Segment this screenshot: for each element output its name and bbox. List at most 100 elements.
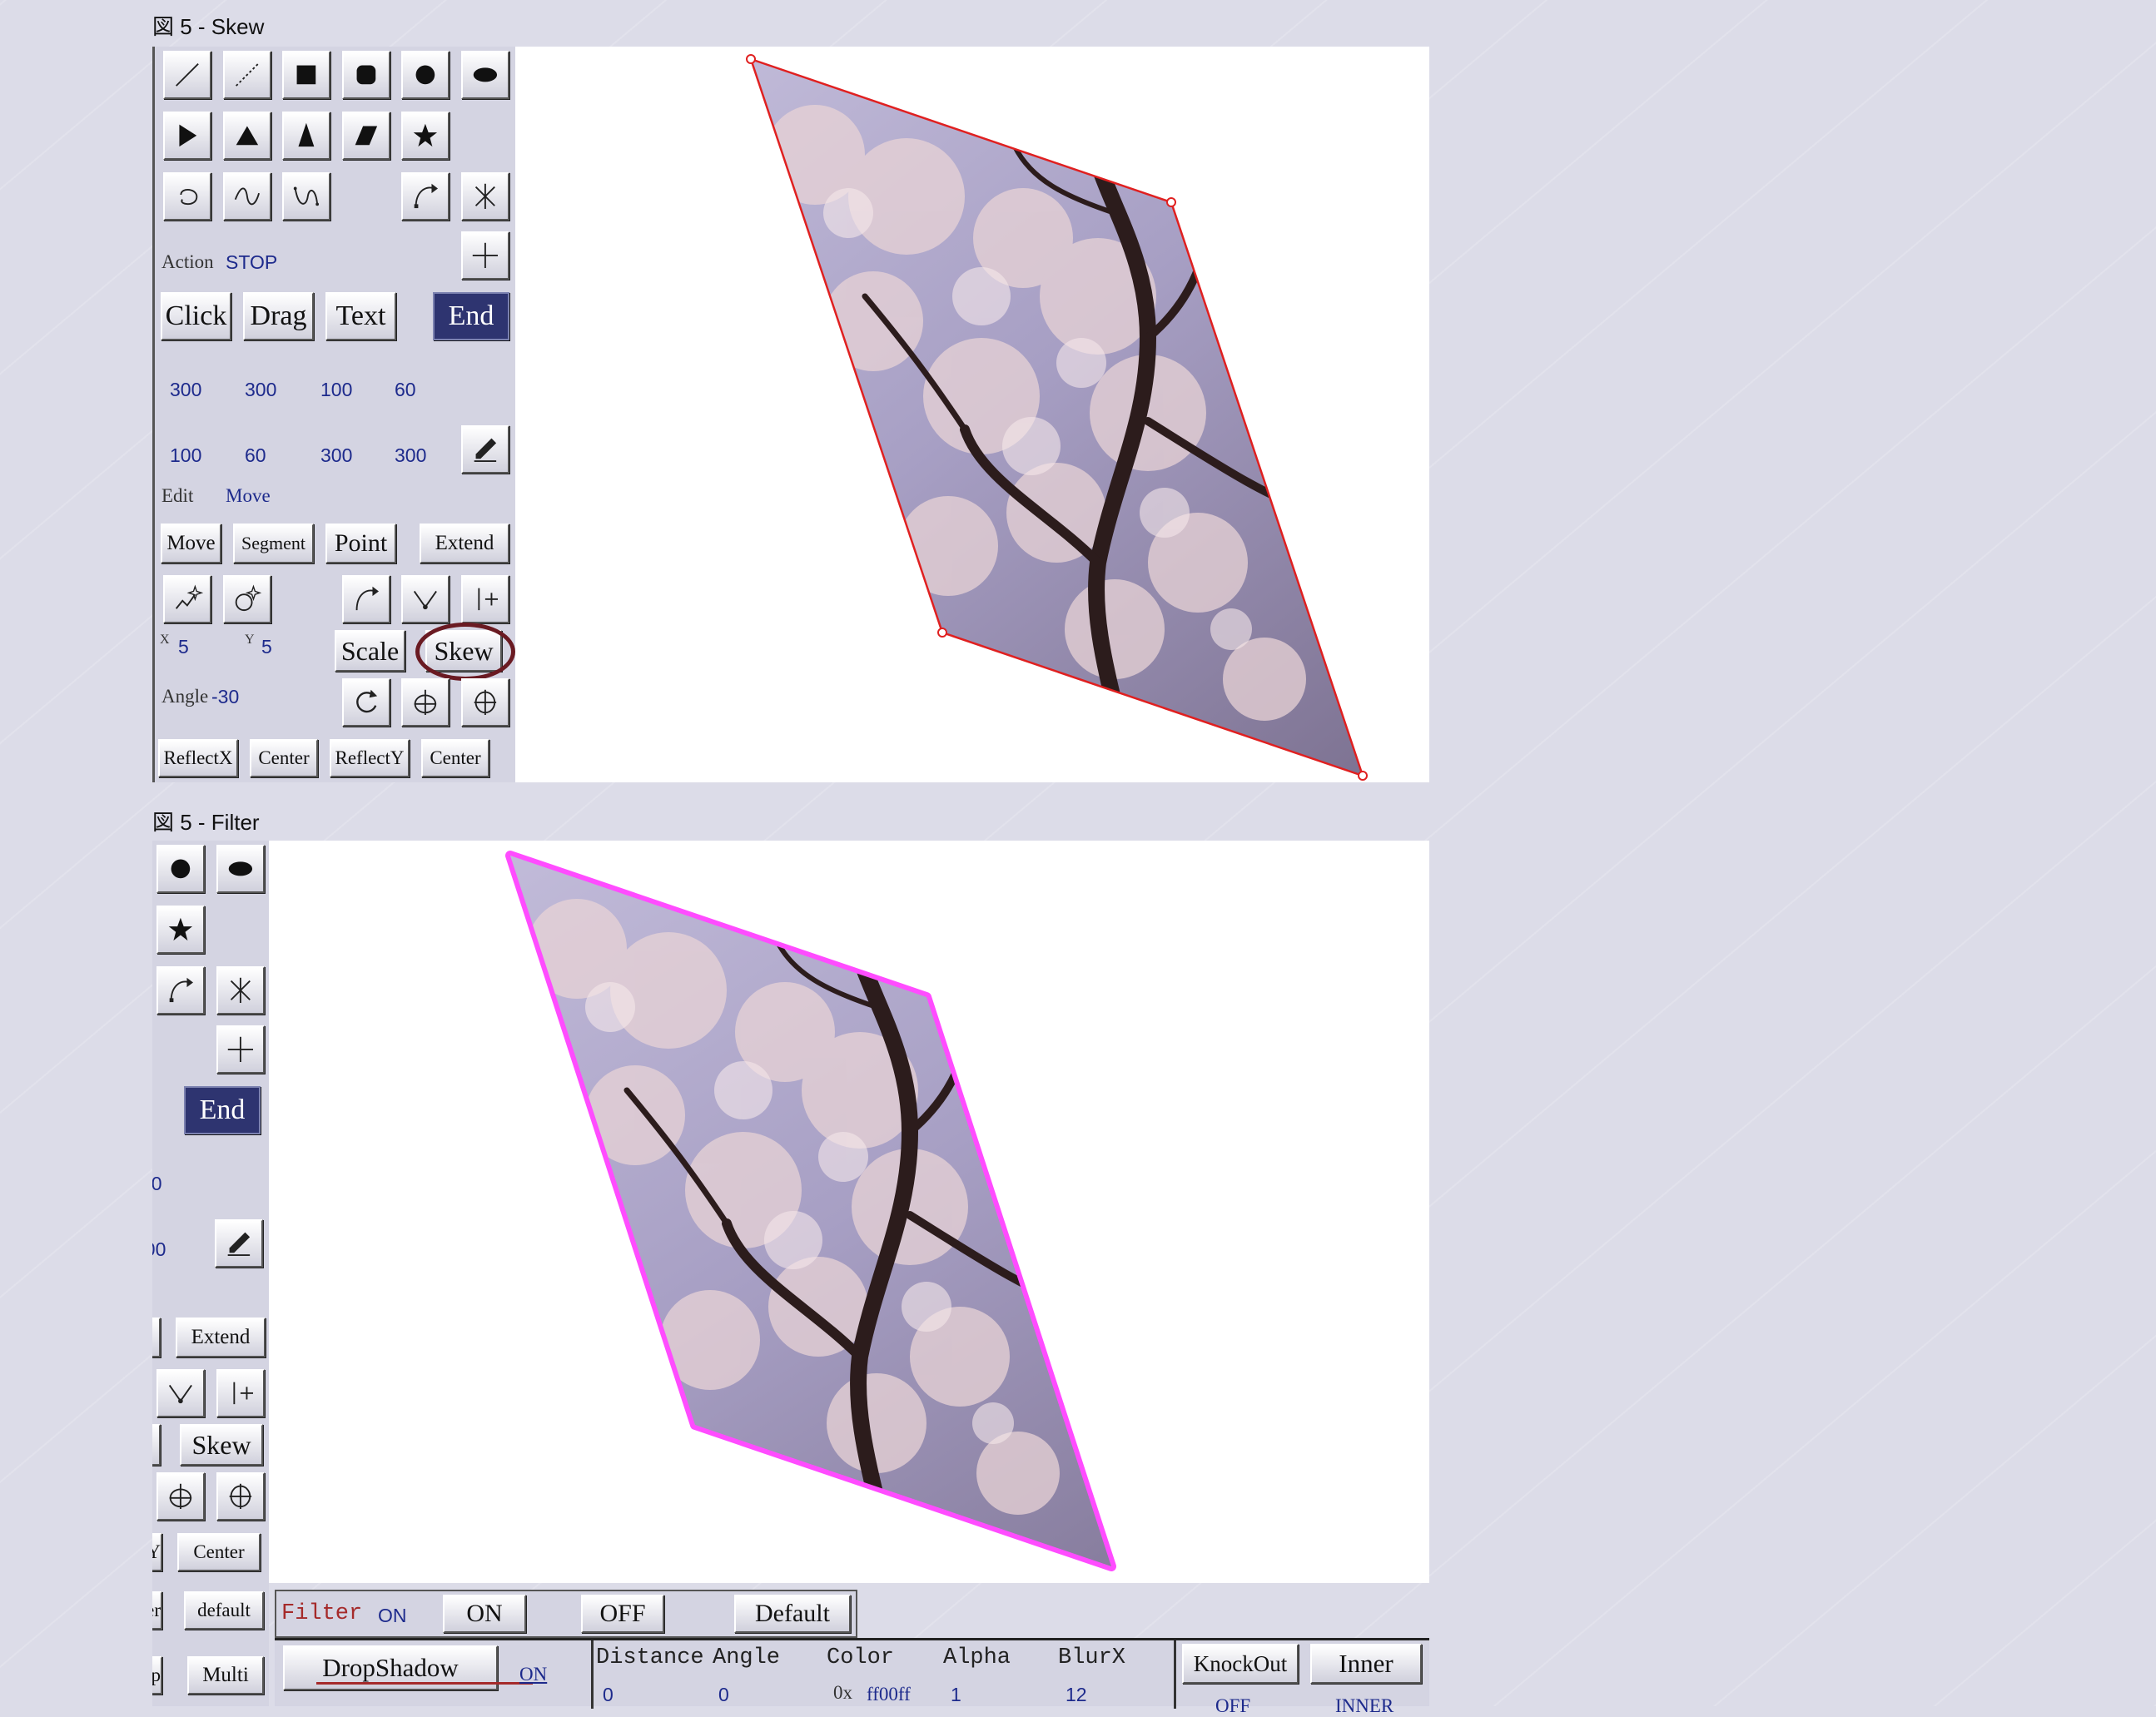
add-point-button[interactable] xyxy=(163,575,211,623)
color-value[interactable]: ff00ff xyxy=(867,1684,911,1705)
distance-value[interactable]: 0 xyxy=(603,1684,614,1706)
knockout-state: OFF xyxy=(1215,1695,1251,1716)
filter-toolbar: Filter ON ON OFF Default xyxy=(275,1590,857,1638)
skew-button[interactable]: Skew xyxy=(180,1424,263,1466)
coord-y2: 60 xyxy=(395,379,416,400)
flip-vertical-button[interactable] xyxy=(401,678,450,727)
circle-icon xyxy=(415,65,435,85)
crosshair-tool-button[interactable] xyxy=(461,231,509,280)
edit-value: Move xyxy=(226,485,271,506)
split-icon xyxy=(230,977,251,1004)
dropshadow-row: DropShadow ON Distance Angle Color Alpha… xyxy=(275,1638,1429,1716)
flip-horizontal-button[interactable] xyxy=(461,678,509,727)
coord-x2: 100 xyxy=(320,379,353,400)
filter-on-button[interactable]: ON xyxy=(443,1595,526,1633)
reflecty-partial-button[interactable]: Y xyxy=(152,1533,162,1571)
parallelogram-tool-button[interactable] xyxy=(342,112,390,160)
wave-tool-button[interactable] xyxy=(223,172,271,221)
line-icon xyxy=(176,63,199,87)
alpha-value[interactable]: 1 xyxy=(951,1684,961,1706)
partial-button-er[interactable]: er xyxy=(152,1591,162,1630)
corner-icon xyxy=(168,1385,192,1404)
tall-triangle-tool-button[interactable] xyxy=(282,112,330,160)
blurx-value[interactable]: 12 xyxy=(1066,1684,1087,1706)
anchor-curve-tool-button[interactable] xyxy=(401,172,450,221)
end-button[interactable]: End xyxy=(184,1086,261,1134)
rotate-button[interactable] xyxy=(342,678,390,727)
coord-y1: 300 xyxy=(245,379,277,400)
star-icon xyxy=(413,123,438,147)
filter-off-button[interactable]: OFF xyxy=(581,1595,664,1633)
flip-horizontal-button[interactable] xyxy=(216,1472,265,1521)
center-y-button[interactable]: Center xyxy=(421,739,489,777)
remove-point-button[interactable] xyxy=(223,575,271,623)
flip-vertical-button[interactable] xyxy=(156,1472,205,1521)
bezier-tool-button[interactable] xyxy=(282,172,330,221)
y-label: Y xyxy=(245,633,255,647)
default-small-button[interactable]: default xyxy=(184,1591,264,1630)
angle-value[interactable]: 0 xyxy=(718,1684,729,1706)
circle-tool-button[interactable] xyxy=(401,51,450,99)
circle-tool-button[interactable] xyxy=(156,845,205,893)
move-button[interactable]: Move xyxy=(161,524,221,563)
split-tool-button[interactable] xyxy=(216,966,265,1015)
click-button[interactable]: Click xyxy=(161,292,231,340)
reflecty-button[interactable]: ReflectY xyxy=(330,739,410,777)
drawing-canvas-skew[interactable] xyxy=(515,47,1429,782)
arrow-shape-tool-button[interactable] xyxy=(163,112,211,160)
center-x-button[interactable]: Center xyxy=(250,739,318,777)
ellipse-tool-button[interactable] xyxy=(216,845,265,893)
spiral-tool-button[interactable] xyxy=(163,172,211,221)
wave-icon xyxy=(234,187,261,206)
crosshair-tool-button[interactable] xyxy=(216,1025,265,1074)
vertical-divider-2 xyxy=(1174,1640,1176,1709)
partial-button[interactable] xyxy=(152,1318,161,1357)
angle-value: -30 xyxy=(211,686,240,707)
rounded-square-icon xyxy=(356,65,376,85)
insert-button[interactable] xyxy=(461,575,509,623)
knockout-button[interactable]: KnockOut xyxy=(1182,1644,1299,1684)
partial-button-p[interactable]: p xyxy=(152,1656,162,1695)
anchor-curve-tool-button[interactable] xyxy=(156,966,205,1015)
anchor-curve-icon xyxy=(414,183,439,209)
line-tool-button[interactable] xyxy=(163,51,211,99)
partial-button[interactable] xyxy=(152,1424,161,1466)
point-button[interactable]: Point xyxy=(325,524,396,563)
distance-header: Distance xyxy=(596,1645,704,1670)
star-icon xyxy=(168,917,193,941)
rounded-rect-tool-button[interactable] xyxy=(342,51,390,99)
rect-tool-button[interactable] xyxy=(282,51,330,99)
star-tool-button[interactable] xyxy=(156,906,205,954)
center-button[interactable]: Center xyxy=(177,1533,261,1571)
pencil-button[interactable] xyxy=(461,425,509,474)
filter-default-button[interactable]: Default xyxy=(734,1595,851,1633)
end-button[interactable]: End xyxy=(433,292,509,340)
extend-button[interactable]: Extend xyxy=(176,1318,266,1357)
star-tool-button[interactable] xyxy=(401,112,450,160)
flip-horizontal-icon xyxy=(474,689,497,716)
flip-horizontal-icon xyxy=(229,1483,252,1510)
skew-button[interactable]: Skew xyxy=(425,630,502,672)
insert-button[interactable] xyxy=(216,1369,265,1417)
multi-button[interactable]: Multi xyxy=(187,1656,264,1695)
pencil-button[interactable] xyxy=(215,1219,263,1268)
scale-button[interactable]: Scale xyxy=(335,630,405,672)
extend-button[interactable]: Extend xyxy=(420,524,509,563)
corner-button[interactable] xyxy=(156,1369,205,1417)
drawing-canvas-filter[interactable] xyxy=(269,841,1429,1583)
inner-state: INNER xyxy=(1335,1695,1394,1716)
inner-button[interactable]: Inner xyxy=(1310,1644,1422,1684)
vertical-divider xyxy=(591,1640,594,1709)
text-button[interactable]: Text xyxy=(325,292,396,340)
ellipse-tool-button[interactable] xyxy=(461,51,509,99)
corner-button[interactable] xyxy=(401,575,450,623)
convert-point-button[interactable] xyxy=(342,575,390,623)
drag-button[interactable]: Drag xyxy=(243,292,314,340)
ellipse-icon xyxy=(473,67,498,82)
segment-button[interactable]: Segment xyxy=(233,524,314,563)
reflectx-button[interactable]: ReflectX xyxy=(158,739,238,777)
split-tool-button[interactable] xyxy=(461,172,509,221)
dashed-line-tool-button[interactable] xyxy=(223,51,271,99)
triangle-tool-button[interactable] xyxy=(223,112,271,160)
flip-vertical-icon xyxy=(169,1483,192,1510)
